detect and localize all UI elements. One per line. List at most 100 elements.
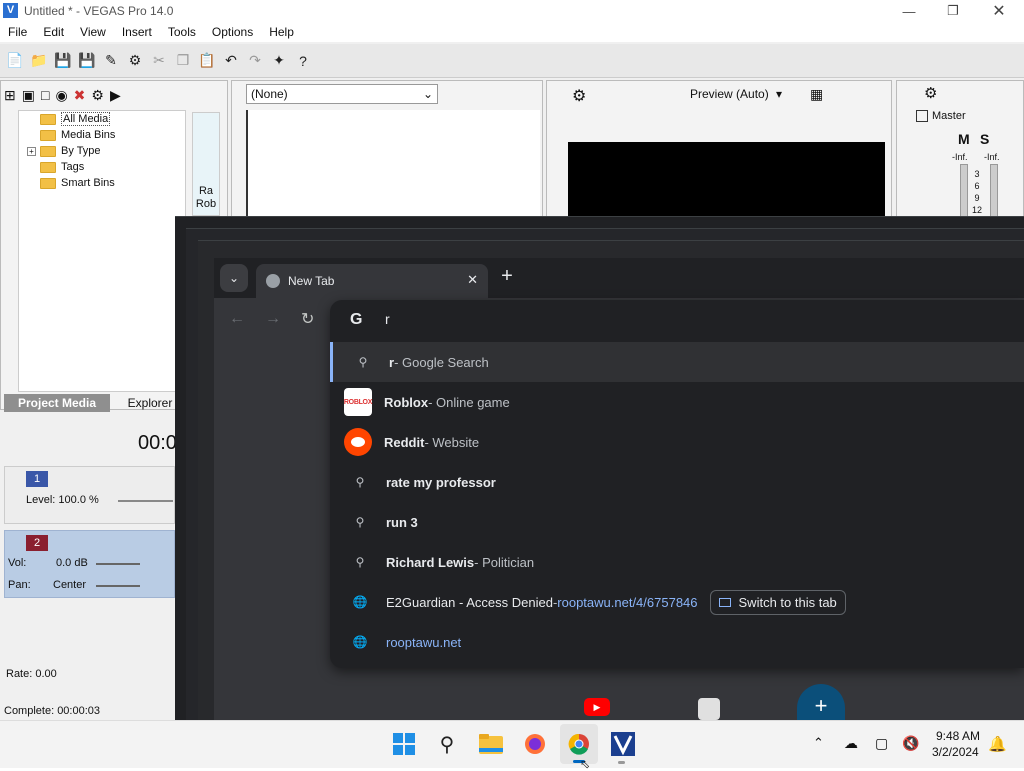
media-thumbnail[interactable]: Ra Rob xyxy=(192,112,220,216)
tree-item-all-media[interactable]: All Media xyxy=(40,111,111,127)
level-slider[interactable] xyxy=(118,500,173,502)
new-tab-button[interactable]: + xyxy=(497,266,517,286)
meter-scale: 3 6 9 12 xyxy=(972,169,983,215)
menu-insert[interactable]: Insert xyxy=(114,25,160,39)
import-media-icon[interactable]: ⊞ xyxy=(4,87,16,104)
save-icon[interactable]: 💾 xyxy=(54,52,72,70)
track-2-vol-label: Vol: xyxy=(8,557,27,569)
search-icon: ⚲ xyxy=(355,515,365,529)
maximize-button[interactable]: ❐ xyxy=(930,0,976,22)
help-icon[interactable]: ? xyxy=(294,52,312,70)
globe-icon: 🌐 xyxy=(352,595,368,609)
chrome-shortcut-icon[interactable] xyxy=(698,698,720,720)
preview-quality-dropdown[interactable]: Preview (Auto) ▾ xyxy=(690,87,782,101)
track-2-vol-value: 0.0 dB xyxy=(56,557,88,569)
master-gear-icon[interactable]: ⚙ xyxy=(924,84,937,102)
roblox-favicon: ROBLOX xyxy=(344,388,372,416)
redo-icon[interactable]: ↷ xyxy=(246,52,264,70)
new-file-icon[interactable]: 📄 xyxy=(6,52,24,70)
tab-project-media[interactable]: Project Media xyxy=(4,394,110,412)
volume-muted-icon[interactable]: 🔇 xyxy=(902,735,919,752)
plugin-icon[interactable]: ✦ xyxy=(270,52,288,70)
omnibox-input[interactable]: r xyxy=(385,311,390,327)
notifications-bell-icon[interactable]: 🔔 xyxy=(988,735,1007,753)
globe-icon: 🌐 xyxy=(352,635,368,649)
menu-options[interactable]: Options xyxy=(204,25,261,39)
expand-icon[interactable]: + xyxy=(27,147,36,156)
play-icon[interactable]: ▶ xyxy=(110,87,121,104)
search-icon[interactable]: ⚲ xyxy=(433,730,461,758)
tab-icon xyxy=(718,597,731,607)
suggestion-rate-my-professor[interactable]: ⚲ rate my professor xyxy=(330,462,1024,502)
master-mute-button[interactable]: M xyxy=(958,131,970,147)
menu-tools[interactable]: Tools xyxy=(160,25,204,39)
clock-date[interactable]: 3/2/2024 xyxy=(932,745,979,759)
vegas-running-indicator xyxy=(618,761,625,764)
grid-icon[interactable]: ▦ xyxy=(810,86,823,103)
close-button[interactable]: ✕ xyxy=(976,0,1022,22)
get-media-icon[interactable]: □ xyxy=(41,87,49,103)
file-explorer-icon[interactable] xyxy=(477,730,505,758)
close-tab-icon[interactable]: ✕ xyxy=(467,272,478,288)
render-icon[interactable]: ✎ xyxy=(102,52,120,70)
vegas-taskbar-icon[interactable] xyxy=(609,730,637,758)
suggestion-run-3[interactable]: ⚲ run 3 xyxy=(330,502,1024,542)
menu-view[interactable]: View xyxy=(72,25,114,39)
clock-time[interactable]: 9:48 AM xyxy=(936,729,980,743)
suggestion-richard-lewis[interactable]: ⚲ Richard Lewis - Politician xyxy=(330,542,1024,582)
remove-icon[interactable]: ✖ xyxy=(74,87,86,104)
pan-slider[interactable] xyxy=(96,585,140,587)
copy-icon[interactable]: ❐ xyxy=(174,52,192,70)
menu-file[interactable]: File xyxy=(0,25,35,39)
undo-icon[interactable]: ↶ xyxy=(222,52,240,70)
level-meter-right xyxy=(990,164,998,218)
folder-icon xyxy=(40,113,56,125)
folder-icon xyxy=(40,161,56,173)
web-icon[interactable]: ◉ xyxy=(55,87,67,104)
switch-to-tab-button[interactable]: Switch to this tab xyxy=(709,589,846,615)
tab-explorer[interactable]: Explorer xyxy=(120,394,180,412)
preview-gear-icon[interactable]: ⚙ xyxy=(572,86,586,106)
suggestion-rooptawu[interactable]: 🌐 rooptawu.net xyxy=(330,622,1024,662)
firefox-icon[interactable] xyxy=(521,730,549,758)
save-as-icon[interactable]: 💾 xyxy=(78,52,96,70)
tab-new-tab[interactable]: New Tab ✕ xyxy=(256,264,488,298)
reload-icon[interactable]: ↻ xyxy=(301,309,314,329)
volume-slider[interactable] xyxy=(96,563,140,565)
forward-arrow-icon[interactable]: → xyxy=(265,310,281,328)
master-solo-button[interactable]: S xyxy=(980,131,989,147)
menu-help[interactable]: Help xyxy=(261,25,302,39)
trimmer-dropdown[interactable]: (None) ⌄ xyxy=(246,84,438,104)
tree-item-tags[interactable]: Tags xyxy=(40,159,84,175)
tab-search-button[interactable]: ⌄ xyxy=(220,264,248,292)
mouse-cursor-icon: ⬁ xyxy=(580,757,591,771)
cut-icon[interactable]: ✂ xyxy=(150,52,168,70)
suggestion-e2guardian[interactable]: 🌐 E2Guardian - Access Denied - rooptawu.… xyxy=(330,582,1024,622)
master-icon xyxy=(916,110,928,123)
suggestion-reddit[interactable]: Reddit - Website xyxy=(330,422,1024,462)
open-folder-icon[interactable]: 📁 xyxy=(30,52,48,70)
back-arrow-icon[interactable]: ← xyxy=(229,310,245,328)
properties-gear-icon[interactable]: ⚙ xyxy=(126,52,144,70)
minimize-button[interactable]: — xyxy=(886,0,932,22)
paste-icon[interactable]: 📋 xyxy=(198,52,216,70)
suggestion-roblox[interactable]: ROBLOX Roblox - Online game xyxy=(330,382,1024,422)
windows-start-icon[interactable] xyxy=(390,730,418,758)
tree-item-smart-bins[interactable]: Smart Bins xyxy=(40,175,115,191)
track-2-pan-label: Pan: xyxy=(8,579,31,591)
display-icon[interactable]: ▢ xyxy=(875,735,888,752)
capture-icon[interactable]: ▣ xyxy=(22,87,35,104)
folder-icon xyxy=(40,145,56,157)
show-hidden-icons-chevron-icon[interactable]: ⌃ xyxy=(813,735,824,751)
suggestion-google-search[interactable]: ⚲ r - Google Search xyxy=(330,342,1024,382)
chrome-taskbar-icon[interactable] xyxy=(565,730,593,758)
network-icon[interactable]: ☁ xyxy=(844,735,858,752)
tree-item-by-type[interactable]: By Type xyxy=(40,143,101,159)
search-icon: ⚲ xyxy=(358,355,368,369)
menu-edit[interactable]: Edit xyxy=(35,25,72,39)
media-gear-icon[interactable]: ⚙ xyxy=(91,87,104,104)
youtube-shortcut-icon[interactable]: ▶ xyxy=(584,698,610,716)
vegas-logo-icon: V xyxy=(3,3,18,18)
tree-item-media-bins[interactable]: Media Bins xyxy=(40,127,115,143)
track-1-level: Level: 100.0 % xyxy=(26,494,99,506)
